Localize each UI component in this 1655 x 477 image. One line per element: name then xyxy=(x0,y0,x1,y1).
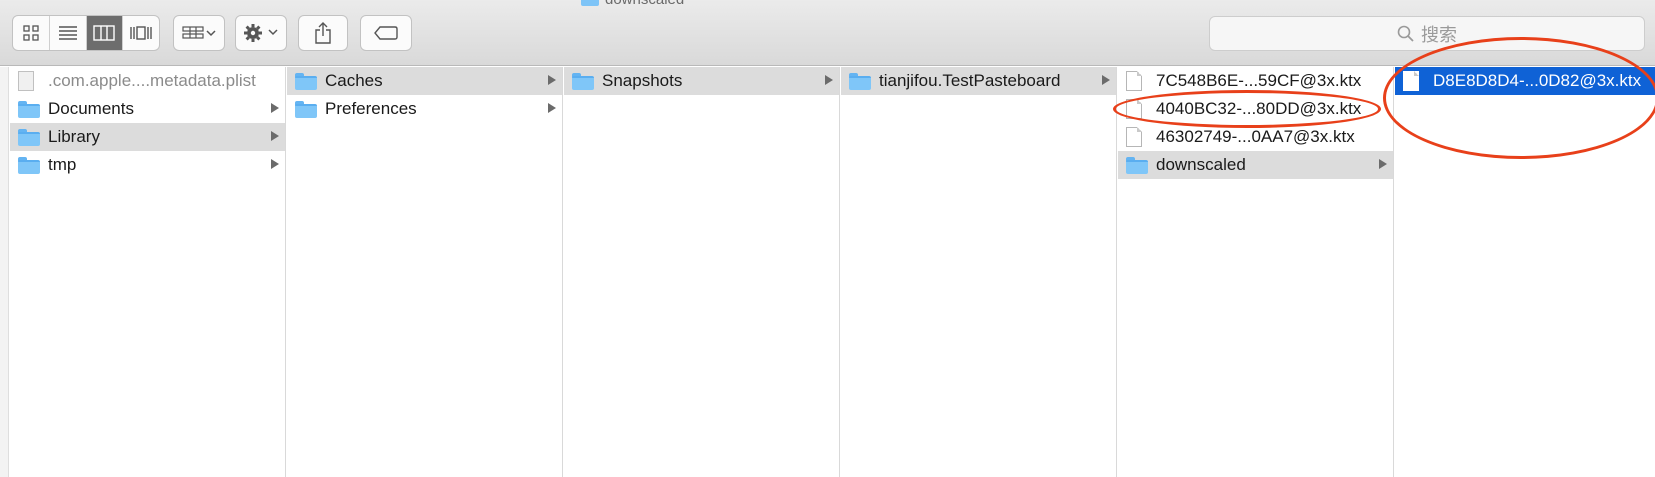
list-item[interactable]: Caches xyxy=(287,67,562,95)
search-placeholder: 搜索 xyxy=(1421,24,1457,45)
list-item[interactable]: Preferences xyxy=(287,95,562,123)
folder-icon xyxy=(295,101,317,118)
column-4: tianjifou.TestPasteboard xyxy=(841,67,1117,477)
search-field[interactable]: 搜索 xyxy=(1209,16,1645,51)
tag-button[interactable] xyxy=(360,15,412,51)
item-label: Preferences xyxy=(325,99,417,118)
folder-icon xyxy=(1126,157,1148,174)
item-label: Snapshots xyxy=(602,71,683,90)
disclosure-arrow-icon xyxy=(271,103,279,113)
folder-icon xyxy=(18,101,40,118)
list-item[interactable]: 7C548B6E-...59CF@3x.ktx xyxy=(1118,67,1393,95)
disclosure-arrow-icon xyxy=(548,103,556,113)
item-label: D8E8D8D4-...0D82@3x.ktx xyxy=(1433,71,1642,90)
disclosure-arrow-icon xyxy=(271,159,279,169)
grid-icon xyxy=(23,25,39,41)
window-title-text: downscaled xyxy=(605,0,684,8)
list-item-selected[interactable]: D8E8D8D4-...0D82@3x.ktx xyxy=(1395,67,1655,95)
title-folder-icon xyxy=(581,0,599,6)
column-2: Caches Preferences xyxy=(287,67,563,477)
toolbar: downscaled xyxy=(0,0,1655,66)
column-3: Snapshots xyxy=(564,67,840,477)
list-item[interactable]: 46302749-...0AA7@3x.ktx xyxy=(1118,123,1393,151)
item-label: Library xyxy=(48,127,100,146)
disclosure-arrow-icon xyxy=(825,75,833,85)
column-browser: .com.apple....metadata.plist Documents L… xyxy=(0,37,1655,477)
action-menu-button[interactable] xyxy=(235,15,287,51)
list-item[interactable]: downscaled xyxy=(1118,151,1393,179)
tag-icon xyxy=(374,26,398,40)
sidebar-edge xyxy=(0,67,9,477)
plist-file-icon xyxy=(18,71,34,91)
view-mode-segmented-control xyxy=(12,15,160,51)
item-label: Documents xyxy=(48,99,134,118)
list-item[interactable]: .com.apple....metadata.plist xyxy=(10,67,285,95)
list-item[interactable]: Library xyxy=(10,123,285,151)
disclosure-arrow-icon xyxy=(1379,159,1387,169)
item-label: tianjifou.TestPasteboard xyxy=(879,71,1061,90)
icon-view-button[interactable] xyxy=(13,16,50,50)
share-button[interactable] xyxy=(298,15,348,51)
item-label: 46302749-...0AA7@3x.ktx xyxy=(1156,127,1355,146)
list-item[interactable]: Snapshots xyxy=(564,67,839,95)
column-view-button[interactable] xyxy=(86,16,124,50)
folder-icon xyxy=(18,157,40,174)
coverflow-icon xyxy=(130,26,152,40)
disclosure-arrow-icon xyxy=(548,75,556,85)
group-by-button[interactable] xyxy=(173,15,225,51)
folder-icon xyxy=(18,129,40,146)
list-item[interactable]: Documents xyxy=(10,95,285,123)
list-item[interactable]: tianjifou.TestPasteboard xyxy=(841,67,1116,95)
folder-icon xyxy=(295,73,317,90)
share-icon xyxy=(315,22,331,44)
columns-icon xyxy=(93,25,116,41)
cover-flow-button[interactable] xyxy=(123,16,159,50)
item-label: downscaled xyxy=(1156,155,1246,174)
item-label: .com.apple....metadata.plist xyxy=(48,71,256,90)
list-item[interactable]: 4040BC32-...80DD@3x.ktx xyxy=(1118,95,1393,123)
column-5: 7C548B6E-...59CF@3x.ktx 4040BC32-...80DD… xyxy=(1118,67,1394,477)
disclosure-arrow-icon xyxy=(1102,75,1110,85)
window-title: downscaled xyxy=(581,0,684,8)
item-label: 7C548B6E-...59CF@3x.ktx xyxy=(1156,71,1362,90)
item-label: tmp xyxy=(48,155,77,174)
search-icon xyxy=(1397,25,1414,42)
list-item[interactable]: tmp xyxy=(10,151,285,179)
column-1: .com.apple....metadata.plist Documents L… xyxy=(10,67,286,477)
group-grid-icon xyxy=(182,26,216,39)
document-icon xyxy=(1126,71,1142,91)
gear-icon xyxy=(244,24,278,42)
item-label: 4040BC32-...80DD@3x.ktx xyxy=(1156,99,1362,118)
disclosure-arrow-icon xyxy=(271,131,279,141)
document-icon xyxy=(1403,71,1419,91)
column-6: D8E8D8D4-...0D82@3x.ktx xyxy=(1395,67,1655,477)
document-icon xyxy=(1126,127,1142,147)
folder-icon xyxy=(572,73,594,90)
list-view-button[interactable] xyxy=(50,16,87,50)
folder-icon xyxy=(849,73,871,90)
document-icon xyxy=(1126,99,1142,119)
list-icon xyxy=(58,26,77,40)
item-label: Caches xyxy=(325,71,383,90)
